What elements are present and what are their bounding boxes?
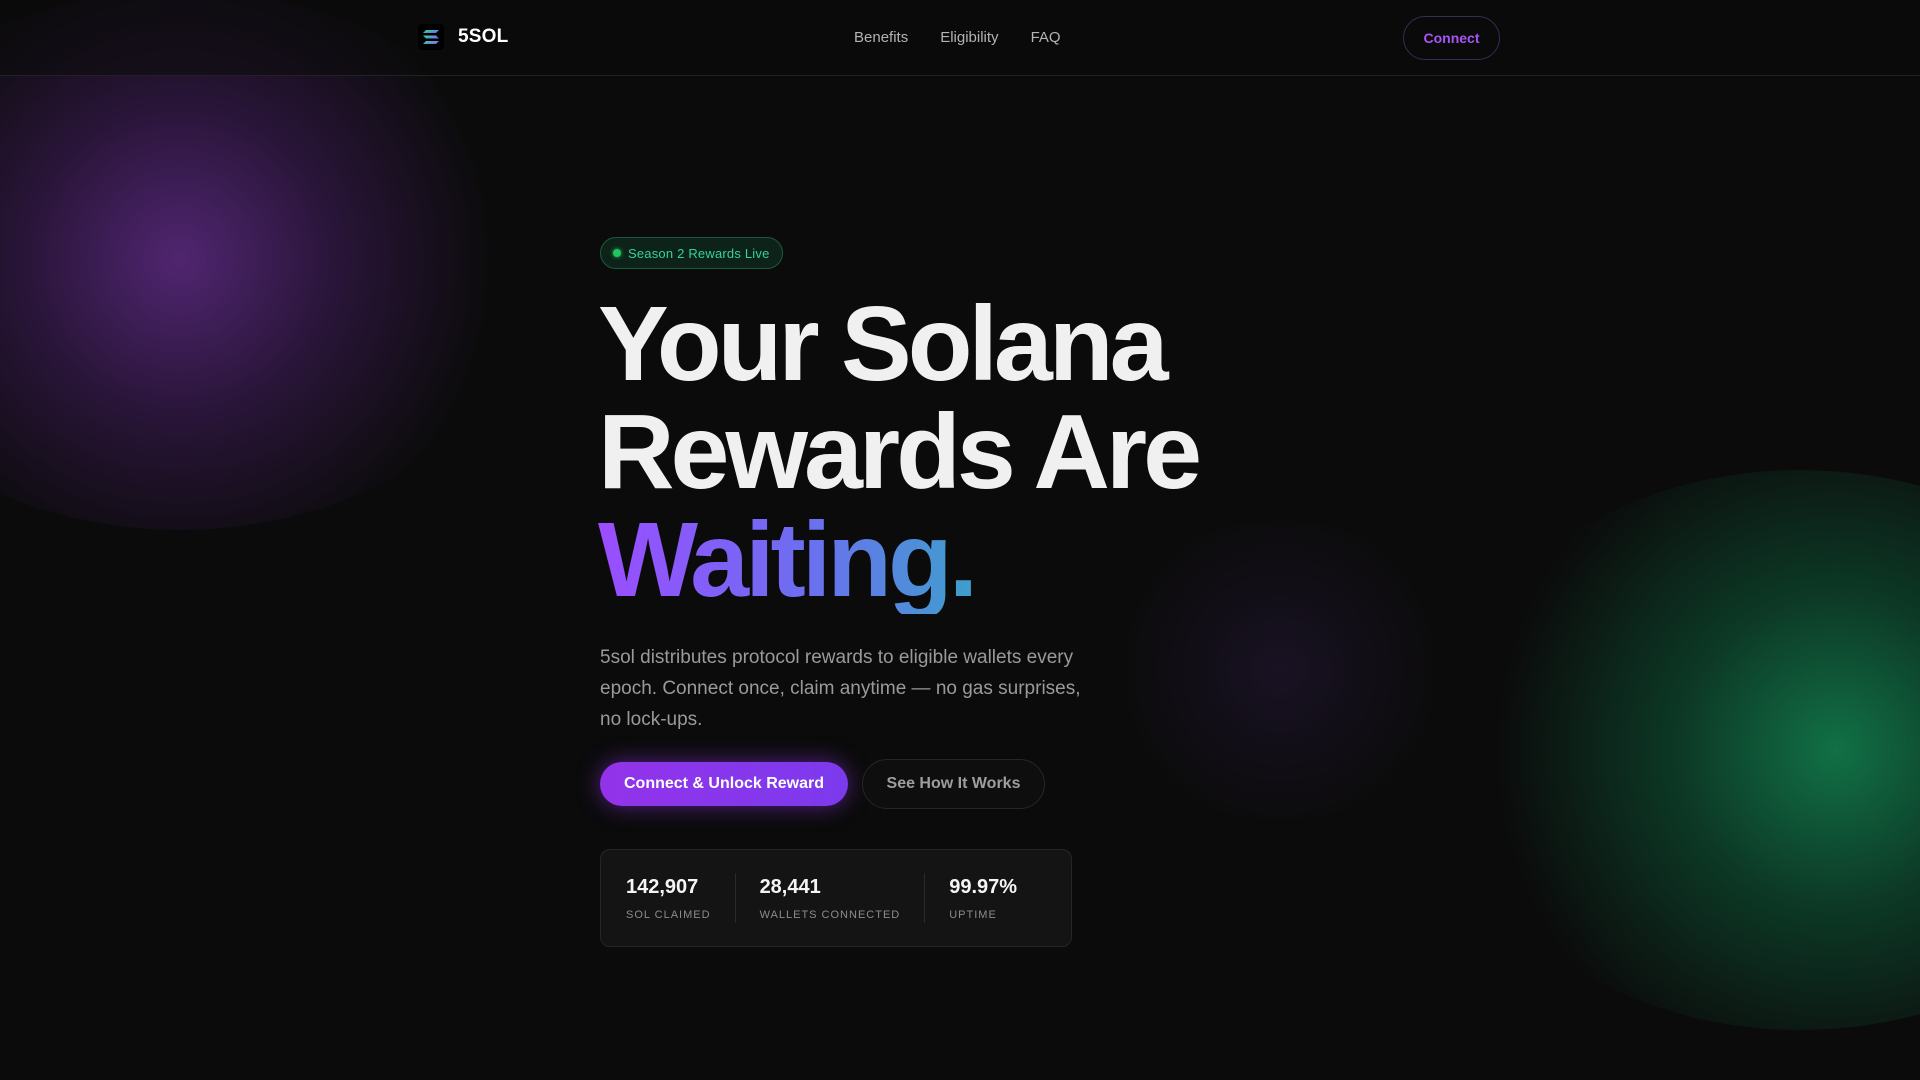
headline-line-1: Your Solana xyxy=(598,285,1169,403)
brand-name: 5SOL xyxy=(458,26,509,47)
hero-headline: Your Solana Rewards Are Waiting. xyxy=(598,285,1202,614)
season-badge: Season 2 Rewards Live xyxy=(600,237,783,269)
stat-uptime: 99.97% UPTIME xyxy=(949,876,1017,921)
connect-unlock-reward-button[interactable]: Connect & Unlock Reward xyxy=(600,762,848,806)
nav-link-faq[interactable]: FAQ xyxy=(1031,29,1061,46)
nav-link-benefits[interactable]: Benefits xyxy=(854,29,908,46)
connect-button[interactable]: Connect xyxy=(1403,16,1500,60)
solana-logo-icon xyxy=(418,24,444,50)
stat-divider xyxy=(734,873,736,923)
brand[interactable]: 5SOL xyxy=(418,24,508,50)
stat-value: 99.97% xyxy=(949,875,1018,898)
stat-value: 28,441 xyxy=(759,875,821,898)
stats-panel: 142,907 SOL CLAIMED 28,441 WALLETS CONNE… xyxy=(600,849,1072,947)
stat-value: 142,907 xyxy=(626,875,699,898)
status-dot-icon xyxy=(613,249,621,257)
stat-divider xyxy=(924,873,926,923)
badge-text: Season 2 Rewards Live xyxy=(628,245,770,261)
stat-sol-claimed: 142,907 SOL CLAIMED xyxy=(626,876,711,921)
purple-glow-decoration xyxy=(0,0,540,530)
headline-line-2: Rewards Are xyxy=(598,393,1202,511)
stat-label: UPTIME xyxy=(949,908,997,921)
stat-label: SOL CLAIMED xyxy=(626,908,711,921)
page: 5SOL Benefits Eligibility FAQ Connect Se… xyxy=(0,0,1920,1080)
nav-links: Benefits Eligibility FAQ xyxy=(854,29,1061,46)
stat-wallets-connected: 28,441 WALLETS CONNECTED xyxy=(760,876,901,921)
green-glow-decoration xyxy=(1440,470,1920,1030)
headline-line-3-gradient: Waiting. xyxy=(598,506,1198,614)
hero-description: 5sol distributes protocol rewards to eli… xyxy=(600,647,1081,730)
top-nav: 5SOL Benefits Eligibility FAQ Connect xyxy=(0,0,1920,76)
stat-label: WALLETS CONNECTED xyxy=(759,908,901,921)
nav-link-eligibility[interactable]: Eligibility xyxy=(940,29,998,46)
see-how-it-works-button[interactable]: See How It Works xyxy=(862,759,1045,809)
